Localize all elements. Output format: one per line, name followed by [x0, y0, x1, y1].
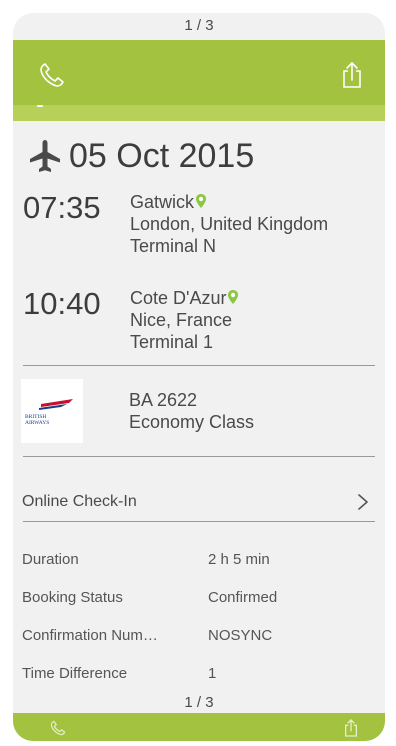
departure-terminal: Terminal N: [130, 236, 217, 256]
header-indicator: [37, 105, 43, 107]
divider: [23, 456, 375, 457]
airplane-icon: [30, 140, 60, 172]
arrival-city: Nice, France: [130, 310, 233, 330]
airline-logo-text-2: AIRWAYS: [25, 420, 49, 426]
header-strip: [13, 105, 385, 121]
online-checkin-row[interactable]: Online Check-In: [22, 481, 375, 521]
departure-city: London, United Kingdom: [130, 214, 329, 234]
arrival-airport: Cote D'Azur: [130, 288, 227, 308]
detail-label: Confirmation Num…: [22, 627, 158, 644]
arrival-terminal: Terminal 1: [130, 332, 214, 352]
detail-value: Confirmed: [208, 589, 278, 606]
flight-number: BA 2622: [129, 390, 198, 410]
arrival-place: Cote D'Azur Nice, France Terminal 1: [130, 287, 239, 353]
detail-row: Duration 2 h 5 min: [22, 541, 375, 579]
detail-row: Confirmation Num… NOSYNC: [22, 617, 375, 655]
departure-place: Gatwick London, United Kingdom Terminal …: [130, 191, 328, 257]
detail-row: Booking Status Confirmed: [22, 579, 375, 617]
online-checkin-label: Online Check-In: [22, 493, 137, 510]
divider: [23, 521, 375, 522]
share-icon[interactable]: [341, 717, 361, 739]
detail-value: 2 h 5 min: [208, 551, 270, 568]
detail-label: Booking Status: [22, 589, 123, 606]
location-pin-icon[interactable]: [227, 289, 239, 305]
detail-label: Duration: [22, 551, 79, 568]
header-bar: [13, 40, 385, 121]
departure-airport: Gatwick: [130, 192, 195, 212]
departure-time: 07:35: [23, 190, 101, 225]
location-pin-icon[interactable]: [195, 193, 207, 209]
flight-date-row: 05 Oct 2015: [27, 131, 254, 181]
cabin-class: Economy Class: [129, 412, 255, 432]
arrival-time: 10:40: [23, 286, 101, 321]
airline-logo: BRITISH AIRWAYS: [21, 379, 83, 443]
phone-icon[interactable]: [37, 60, 67, 90]
chevron-right-icon: [358, 494, 368, 510]
detail-value: NOSYNC: [208, 627, 273, 644]
details-list: Duration 2 h 5 min Booking Status Confir…: [22, 541, 375, 693]
share-icon[interactable]: [337, 60, 367, 90]
divider: [23, 365, 375, 366]
footer-bar: [13, 713, 385, 741]
flight-card: 1 / 3 05 Oct 2015 07:35 Gatwick London, …: [13, 13, 385, 741]
detail-row: Time Difference 1: [22, 655, 375, 693]
page-indicator-bottom: 1 / 3: [184, 694, 214, 711]
flight-date: 05 Oct 2015: [69, 136, 255, 175]
detail-label: Time Difference: [22, 665, 128, 682]
page-indicator-top: 1 / 3: [184, 17, 214, 34]
airline-info: BA 2622 Economy Class: [129, 389, 254, 433]
detail-value: 1: [208, 665, 217, 682]
phone-icon[interactable]: [49, 719, 67, 737]
